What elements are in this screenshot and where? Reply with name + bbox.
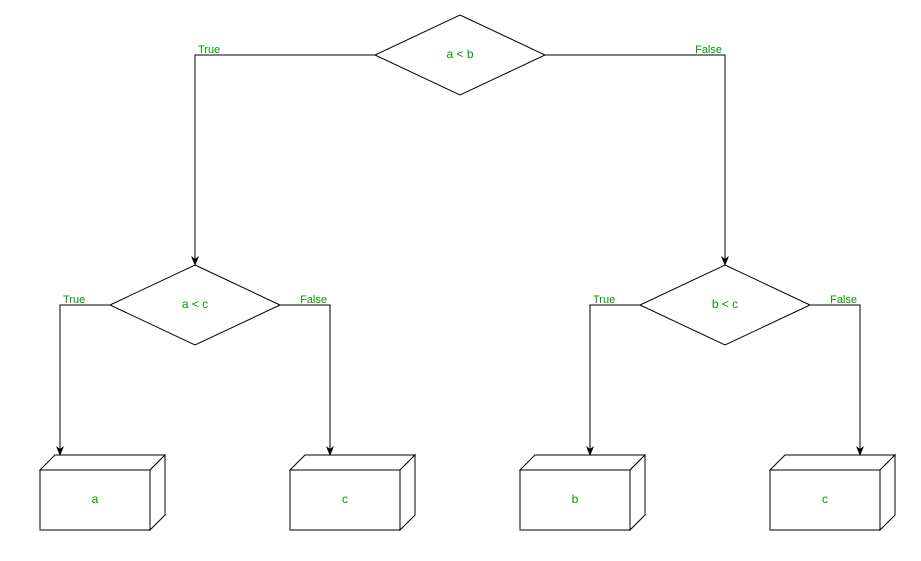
decision-right-label: b < c: [712, 297, 738, 311]
edge-left-false-label: False: [300, 294, 327, 306]
leaf-c-1: c: [290, 455, 415, 530]
leaf-c-2-label: c: [822, 492, 828, 506]
edge-left-false: [280, 305, 330, 455]
edge-right-true-label: True: [593, 294, 615, 306]
edge-left-true: [60, 305, 110, 455]
leaf-b-label: b: [572, 492, 579, 506]
edge-right-false: [810, 305, 860, 455]
decision-left: a < c: [110, 265, 280, 345]
edge-root-false: [545, 55, 725, 265]
flowchart-canvas: a < b a < c b < c a c b c True: [0, 0, 921, 561]
edge-root-true: [195, 55, 375, 265]
decision-root-label: a < b: [446, 47, 473, 61]
edge-right-true: [590, 305, 640, 455]
decision-right: b < c: [640, 265, 810, 345]
edge-right-false-label: False: [830, 294, 857, 306]
edge-root-true-label: True: [198, 44, 220, 56]
decision-left-label: a < c: [182, 297, 208, 311]
leaf-c-1-label: c: [342, 492, 348, 506]
decision-root: a < b: [375, 15, 545, 95]
leaf-c-2: c: [770, 455, 895, 530]
leaf-a-label: a: [92, 492, 99, 506]
edge-root-false-label: False: [695, 44, 722, 56]
leaf-b: b: [520, 455, 645, 530]
edge-left-true-label: True: [63, 294, 85, 306]
leaf-a: a: [40, 455, 165, 530]
